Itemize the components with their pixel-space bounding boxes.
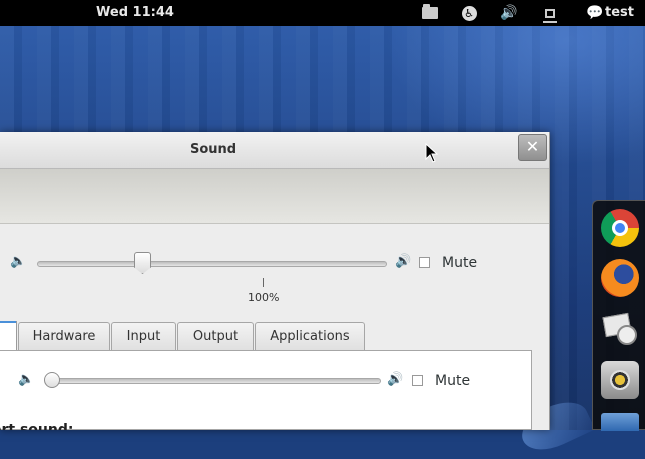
accessibility-icon[interactable]: ♿: [460, 4, 478, 22]
sound-window-content: 🔈 🔊 Mute 100% Hardware Input Output Appl…: [0, 132, 549, 430]
volume-low-icon: 🔈: [10, 254, 27, 269]
files-icon[interactable]: [601, 413, 639, 431]
alert-sound-label: ert sound:: [0, 422, 74, 430]
tab-applications[interactable]: Applications: [255, 322, 365, 350]
volume-high-icon: 🔊: [395, 254, 412, 269]
volume-high-icon: 🔊: [387, 372, 404, 387]
clock[interactable]: Wed 11:44: [96, 5, 174, 20]
tab-sound-effects[interactable]: [0, 321, 17, 352]
evolution-icon[interactable]: [601, 309, 639, 347]
firefox-icon[interactable]: [601, 259, 639, 297]
alert-volume-slider[interactable]: [45, 378, 381, 384]
output-volume-slider[interactable]: [37, 261, 387, 267]
network-icon[interactable]: [541, 4, 559, 23]
alert-mute-checkbox[interactable]: [412, 375, 423, 386]
tab-output[interactable]: Output: [177, 322, 254, 350]
rhythmbox-icon[interactable]: [601, 361, 639, 399]
alert-mute-label[interactable]: Mute: [435, 373, 470, 389]
mouse-cursor-icon: [425, 143, 439, 163]
tab-hardware[interactable]: Hardware: [18, 322, 110, 350]
output-volume-slider-handle[interactable]: [134, 252, 151, 274]
volume-low-icon: 🔈: [18, 372, 35, 387]
tab-panel: [0, 350, 532, 430]
chrome-icon[interactable]: [601, 209, 639, 247]
folder-icon[interactable]: [421, 4, 439, 22]
chat-icon[interactable]: 💬: [586, 4, 604, 22]
volume-icon[interactable]: 🔊: [500, 4, 518, 22]
dash: [592, 200, 645, 431]
output-mute-label[interactable]: Mute: [442, 255, 477, 271]
volume-100-tick: [263, 278, 264, 287]
output-mute-checkbox[interactable]: [419, 257, 430, 268]
user-menu[interactable]: test: [605, 5, 634, 20]
top-bar: Wed 11:44 ♿ 🔊 💬 test: [0, 0, 645, 26]
tab-input[interactable]: Input: [111, 322, 176, 350]
volume-100-label: 100%: [248, 291, 280, 304]
alert-volume-slider-handle[interactable]: [44, 372, 60, 388]
